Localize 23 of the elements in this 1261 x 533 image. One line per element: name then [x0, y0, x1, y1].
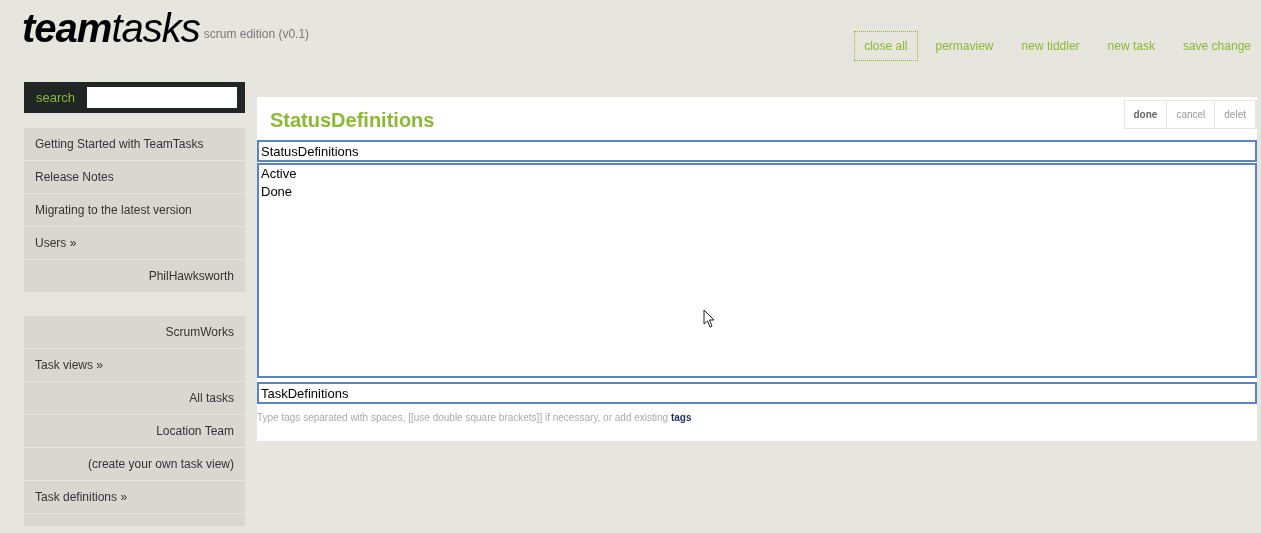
- sidebar-item[interactable]: Users »: [24, 227, 245, 259]
- sidebar-item[interactable]: All tasks: [24, 382, 245, 414]
- sidebar-item[interactable]: ScrumWorks: [24, 316, 245, 348]
- text-area[interactable]: Active Done: [257, 163, 1257, 378]
- sidebar-item[interactable]: Location Team: [24, 415, 245, 447]
- sidebar-item[interactable]: PhilHawksworth: [24, 260, 245, 292]
- sidebar-item[interactable]: Getting Started with TeamTasks: [24, 128, 245, 160]
- sidebar-item[interactable]: Task definitions »: [24, 481, 245, 513]
- tags-link[interactable]: tags: [670, 412, 692, 423]
- search-label: search: [35, 88, 76, 107]
- toolbar-button[interactable]: done: [1124, 101, 1168, 128]
- tags-field[interactable]: TaskDefinitions: [257, 382, 1257, 404]
- tags-hint: Type tags separated with spaces, [[use double square brackets]] if necessary, or add existing: [257, 412, 669, 423]
- logo: teamtasks: [22, 8, 200, 48]
- search-field[interactable]: [87, 87, 237, 108]
- sidebar-item[interactable]: Release Notes: [24, 161, 245, 193]
- sidebar-item[interactable]: (create your own task view): [24, 448, 245, 480]
- sidebar-item[interactable]: Migrating to the latest version: [24, 194, 245, 226]
- tiddler-title: StatusDefinitions: [270, 108, 435, 133]
- sidebar-item[interactable]: Task views »: [24, 349, 245, 381]
- mouse-pointer-icon: [703, 309, 715, 328]
- title-field[interactable]: StatusDefinitions: [257, 140, 1257, 162]
- edition-label: scrum edition (v0.1): [203, 26, 310, 43]
